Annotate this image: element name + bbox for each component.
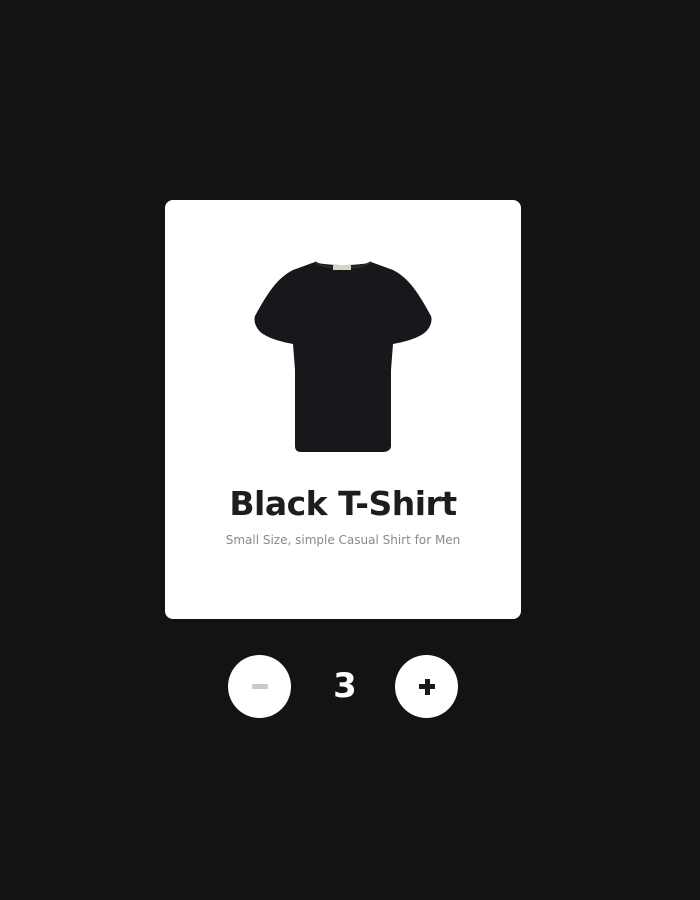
tshirt-icon bbox=[254, 261, 432, 452]
minus-icon bbox=[252, 684, 268, 689]
product-card: Black T-Shirt Small Size, simple Casual … bbox=[165, 200, 521, 619]
product-title: Black T-Shirt bbox=[229, 484, 457, 523]
product-page: Black T-Shirt Small Size, simple Casual … bbox=[0, 0, 700, 900]
increment-button[interactable] bbox=[395, 655, 458, 718]
decrement-button[interactable] bbox=[228, 655, 291, 718]
quantity-value: 3 bbox=[333, 666, 357, 706]
quantity-stepper: 3 bbox=[228, 655, 459, 718]
product-description: Small Size, simple Casual Shirt for Men bbox=[225, 533, 461, 547]
